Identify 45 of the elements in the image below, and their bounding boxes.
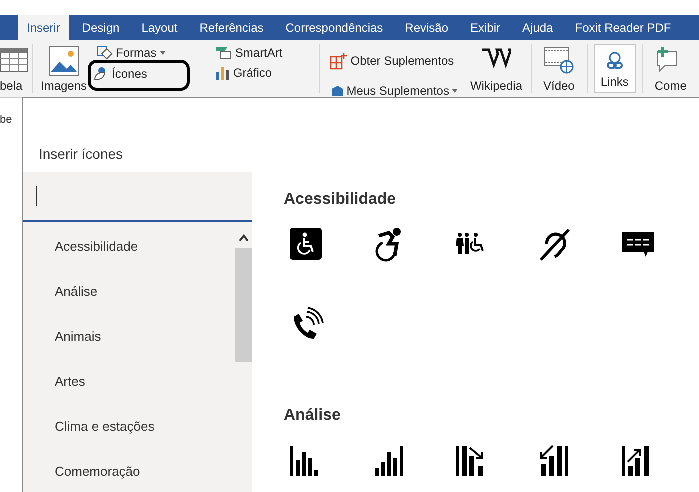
chart-button[interactable]: Gráfico (216, 66, 272, 80)
scroll-thumb[interactable] (235, 248, 252, 362)
ribbon-tab[interactable]: Correspondências (276, 15, 392, 40)
ribbon-tab[interactable]: Ajuda (514, 15, 562, 40)
wikipedia-icon (481, 46, 512, 70)
section-heading: Análise (284, 406, 342, 426)
table-label[interactable]: bela (0, 79, 23, 93)
ear-crossed-icon[interactable] (537, 226, 573, 262)
ribbon-tab[interactable]: Inserir (18, 15, 70, 40)
ribbon-tab[interactable]: Design (73, 15, 129, 40)
pictures-label[interactable]: Imagens (41, 79, 88, 93)
wheelchair-sign-icon[interactable] (288, 226, 324, 262)
icons-button[interactable]: Ícones (93, 67, 148, 81)
scroll-up-icon[interactable] (238, 234, 248, 242)
ribbon-tab[interactable]: Layout (132, 15, 187, 40)
wikipedia-label[interactable]: Wikipedia (470, 79, 522, 93)
ribbon-tab[interactable]: Referências (190, 15, 273, 40)
chart-icon (216, 66, 230, 80)
category-item[interactable]: Análise (23, 269, 235, 314)
video-icon (544, 46, 574, 74)
smartart-button[interactable]: SmartArt (216, 46, 283, 60)
dropdown-caret-icon (452, 89, 458, 93)
section-heading: Acessibilidade (284, 190, 398, 210)
ribbon-label: be (0, 114, 12, 126)
links-label[interactable]: Links (600, 75, 629, 89)
category-item[interactable]: Clima e estações (23, 404, 235, 449)
shapes-button[interactable]: Formas (97, 46, 166, 60)
video-label[interactable]: Vídeo (544, 79, 575, 93)
dropdown-caret-icon (160, 51, 166, 55)
dialog-title: Inserir ícones (39, 146, 124, 162)
shapes-icon (97, 46, 114, 60)
picture-icon (49, 46, 80, 76)
ribbon-tab[interactable]: Exibir (462, 15, 510, 40)
my-addins-button[interactable]: Meus Suplementos (330, 84, 458, 98)
category-item[interactable]: Comemoração (23, 449, 235, 492)
comment-icon (654, 46, 677, 72)
category-item[interactable]: Animais (23, 314, 235, 359)
category-item[interactable]: Acessibilidade (23, 224, 235, 269)
ribbon-tab[interactable]: Revisão (396, 15, 458, 40)
ribbon-tab[interactable]: Foxit Reader PDF (566, 15, 680, 40)
addins-grid-icon (330, 52, 348, 70)
comment-label[interactable]: Come (654, 79, 687, 93)
category-item[interactable]: Artes (23, 359, 235, 404)
smartart-icon (216, 46, 232, 60)
get-addins-button[interactable]: Obter Suplementos (330, 52, 454, 70)
